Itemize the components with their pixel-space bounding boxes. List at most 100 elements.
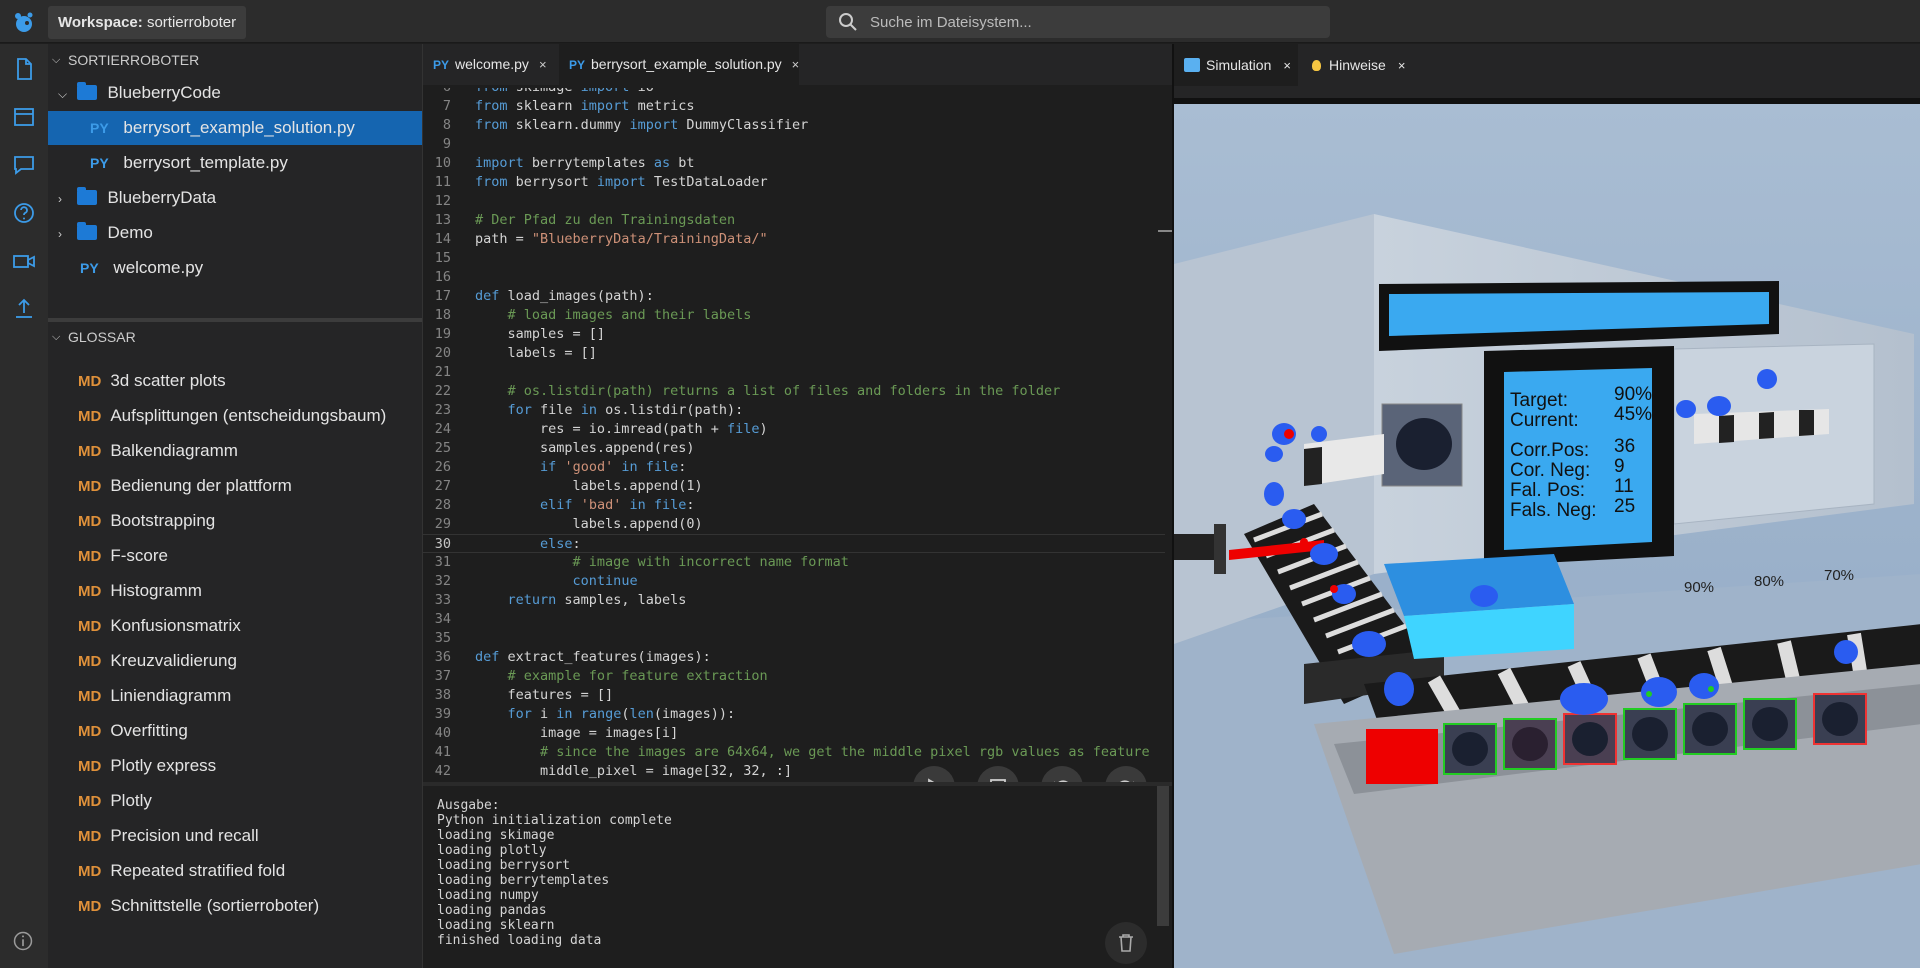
glossary-item[interactable]: MD Repeated stratified fold: [48, 854, 422, 888]
glossary-item[interactable]: MD Bootstrapping: [48, 504, 422, 538]
app-window: Workspace: sortierroboter Suche im Datei…: [0, 0, 1920, 968]
line-number: 36: [434, 649, 451, 665]
code-token: file: [653, 497, 687, 513]
tab-hinweise[interactable]: Hinweise ×: [1302, 44, 1426, 86]
chat-icon[interactable]: [11, 152, 37, 178]
glossary-item-label: Schnittstelle (sortierroboter): [110, 896, 320, 915]
code-token: import: [475, 155, 524, 171]
glossary-item[interactable]: MD Plotly express: [48, 749, 422, 783]
code-line: 38 features = []: [423, 686, 1165, 705]
code-token: in: [621, 459, 638, 475]
close-icon[interactable]: ×: [792, 57, 800, 72]
code-token: ): [759, 421, 768, 437]
code-line: 7 from sklearn import metrics: [423, 97, 1165, 116]
tree-file-welcome[interactable]: PY welcome.py: [48, 251, 422, 285]
line-number: 25: [434, 440, 451, 456]
code-text: labels.append(1): [475, 477, 703, 496]
code-token: DummyClassifier: [678, 117, 809, 133]
line-number: 17: [434, 288, 451, 304]
glossary-item[interactable]: MD Bedienung der plattform: [48, 469, 422, 503]
side-panel-tab-bar: Simulation × Hinweise ×: [1174, 44, 1920, 86]
fal-pos-label: Fal. Pos:: [1510, 480, 1585, 501]
output-scrollbar[interactable]: [1157, 786, 1169, 926]
glossary-item[interactable]: MD Overfitting: [48, 714, 422, 748]
glossary-item[interactable]: MD Precision und recall: [48, 819, 422, 853]
tree-file-berrysort-example-solution[interactable]: PY berrysort_example_solution.py: [48, 111, 422, 145]
search-box[interactable]: [826, 6, 1330, 38]
info-icon[interactable]: [12, 930, 34, 952]
code-text: def load_images(path):: [475, 287, 654, 306]
code-editor[interactable]: 6 from skimage import io 7 from sklearn imp…: [423, 88, 1165, 826]
layout-icon[interactable]: [11, 104, 37, 130]
code-token: return: [507, 592, 557, 608]
tree-item-label: berrysort_template.py: [123, 153, 288, 172]
code-text: features = []: [475, 686, 614, 705]
code-token: :: [572, 536, 581, 552]
markdown-file-icon: MD: [78, 653, 102, 670]
help-icon[interactable]: [11, 200, 37, 226]
markdown-file-icon: MD: [78, 898, 102, 915]
tree-item-label: BlueberryCode: [107, 83, 221, 102]
tree-item-label: Demo: [107, 223, 153, 242]
code-text: # image with incorrect name format: [475, 553, 849, 572]
code-token: # example for feature extraction: [507, 668, 768, 684]
glossary-item[interactable]: MD Schnittstelle (sortierroboter): [48, 889, 422, 923]
code-token: file: [645, 459, 679, 475]
upload-icon[interactable]: [11, 296, 37, 322]
tree-file-berrysort-template[interactable]: PY berrysort_template.py: [48, 146, 422, 180]
chevron-down-icon: ⌵: [58, 87, 68, 101]
glossary-header[interactable]: ⌵ GLOSSAR: [48, 322, 422, 352]
code-line: 37 # example for feature extraction: [423, 667, 1165, 686]
glossary-item[interactable]: MD Kreuzvalidierung: [48, 644, 422, 678]
glossary-item[interactable]: MD Plotly: [48, 784, 422, 818]
output-line: loading berrytemplates: [437, 873, 610, 888]
glossary-item[interactable]: MD F-score: [48, 539, 422, 573]
code-token: for: [507, 402, 532, 418]
tab-label: welcome.py: [455, 56, 529, 72]
workspace-prefix: Workspace:: [58, 14, 143, 31]
tree-folder-blueberrydata[interactable]: › BlueberryData: [48, 181, 422, 215]
code-line: 29 labels.append(0): [423, 515, 1165, 534]
files-icon[interactable]: [11, 56, 37, 82]
tree-folder-demo[interactable]: › Demo: [48, 216, 422, 250]
tab-simulation[interactable]: Simulation ×: [1174, 44, 1298, 86]
workspace-label: Workspace: sortierroboter: [48, 6, 247, 39]
camera-icon[interactable]: [11, 248, 37, 274]
clear-output-button[interactable]: [1105, 922, 1147, 964]
glossary-item[interactable]: MD Konfusionsmatrix: [48, 609, 422, 643]
glossary-item[interactable]: MD Balkendiagramm: [48, 434, 422, 468]
explorer-header[interactable]: ⌵ SORTIERROBOTER: [48, 45, 422, 75]
code-text: # example for feature extraction: [475, 667, 768, 686]
close-icon[interactable]: ×: [1398, 58, 1406, 73]
tree-item-label: welcome.py: [113, 258, 204, 277]
tree-folder-blueberrycode[interactable]: ⌵ BlueberryCode: [48, 76, 422, 110]
search-input[interactable]: [870, 6, 1310, 38]
tab-welcome[interactable]: PY welcome.py ×: [423, 44, 559, 85]
glossary-item-label: Histogramm: [110, 581, 202, 600]
output-line: finished loading data: [437, 933, 602, 948]
glossary-item-label: 3d scatter plots: [110, 371, 226, 390]
glossary-item[interactable]: MD Aufsplittungen (entscheidungsbaum): [48, 399, 422, 433]
simulation-viewport[interactable]: Target: 90% Current: 45% Corr.Pos: 36 Co…: [1174, 104, 1920, 968]
code-token: io: [629, 88, 654, 95]
glossary-item[interactable]: MD Liniendiagramm: [48, 679, 422, 713]
glossary-item[interactable]: MD Histogramm: [48, 574, 422, 608]
corr-pos-value: 36: [1614, 436, 1635, 457]
glossary-item[interactable]: MD 3d scatter plots: [48, 364, 422, 398]
markdown-file-icon: MD: [78, 408, 102, 425]
code-token: import: [629, 117, 679, 133]
code-token: # image with incorrect name format: [572, 554, 849, 570]
markdown-file-icon: MD: [78, 583, 102, 600]
code-token: from: [475, 98, 508, 114]
glossary-item-label: Aufsplittungen (entscheidungsbaum): [110, 406, 387, 425]
code-text: from berrysort import TestDataLoader: [475, 173, 768, 192]
close-icon[interactable]: ×: [539, 57, 547, 72]
tab-label: berrysort_example_solution.py: [591, 56, 782, 72]
close-icon[interactable]: ×: [1283, 58, 1291, 73]
code-token: in: [556, 706, 573, 722]
tab-berrysort-example-solution[interactable]: PY berrysort_example_solution.py ×: [559, 44, 799, 85]
code-text: samples.append(res): [475, 439, 694, 458]
explorer-title: SORTIERROBOTER: [68, 52, 200, 68]
code-token: samples.append(res): [475, 440, 695, 456]
